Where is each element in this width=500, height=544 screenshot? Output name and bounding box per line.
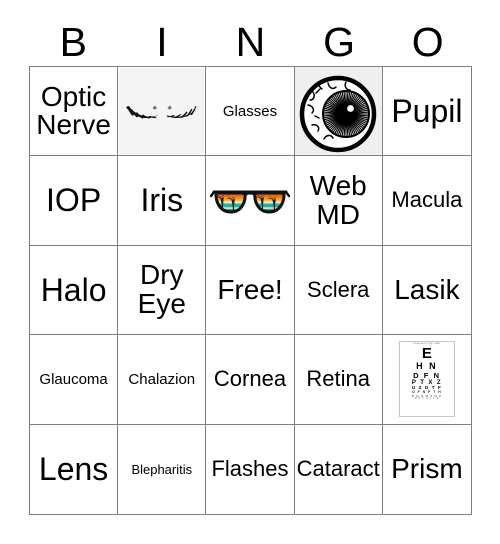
eyeball-icon xyxy=(296,68,381,154)
bingo-cell-eye-chart[interactable]: VISUAL ACUITY TEST CHART E H ND F NP T X Z… xyxy=(382,335,471,425)
bingo-cell-dry-eye[interactable]: Dry Eye xyxy=(118,245,207,336)
eye-chart-row-3: D F N xyxy=(413,370,441,380)
bingo-cell-prism[interactable]: Prism xyxy=(382,424,471,514)
bingo-cell-label: Lens xyxy=(38,450,109,487)
bingo-cell-lasik[interactable]: Lasik xyxy=(382,245,471,336)
bingo-header-row: BINGO xyxy=(29,18,472,66)
bingo-cell-sclera[interactable]: Sclera xyxy=(294,245,383,336)
bingo-cell-label: Macula xyxy=(391,187,463,213)
bingo-header-letter-b: B xyxy=(59,18,87,65)
bingo-cell-label: Glasses xyxy=(222,102,278,120)
bingo-cell-label: Chalazion xyxy=(128,370,196,388)
eyelashes-icon xyxy=(119,68,205,155)
bingo-cell-web-md[interactable]: Web MD xyxy=(294,156,383,246)
bingo-cell-iop[interactable]: IOP xyxy=(30,156,119,246)
bingo-cell-label: Web MD xyxy=(309,170,367,230)
bingo-cell-eyelashes[interactable] xyxy=(118,67,207,157)
bingo-header-letter-n: N xyxy=(235,18,266,65)
bingo-card: B I N G O Optic Nerve Glasses Pupil IOP Iris… xyxy=(0,0,500,544)
bingo-grid: Optic Nerve Glasses Pupil IOP Iris Web M… xyxy=(29,66,472,515)
bingo-cell-free[interactable]: Free! xyxy=(206,245,295,336)
bingo-cell-lens[interactable]: Lens xyxy=(30,424,119,514)
bingo-cell-label: Glaucoma xyxy=(39,370,108,388)
eye-chart-icon: VISUAL ACUITY TEST CHART E H ND F NP T X Z… xyxy=(384,336,470,422)
bingo-cell-label: Halo xyxy=(40,271,107,308)
bingo-cell-optic-nerve[interactable]: Optic Nerve xyxy=(30,67,119,157)
bingo-cell-label: Retina xyxy=(306,366,370,392)
bingo-cell-label: Iris xyxy=(140,182,184,219)
bingo-cell-label: Sclera xyxy=(307,276,370,302)
bingo-cell-cataract[interactable]: Cataract xyxy=(294,424,383,514)
bingo-cell-halo[interactable]: Halo xyxy=(30,245,119,336)
bingo-cell-glaucoma[interactable]: Glaucoma xyxy=(30,335,119,425)
bingo-cell-label: Pupil xyxy=(391,92,463,129)
bingo-cell-eyeball[interactable] xyxy=(294,67,383,157)
eye-chart-row-8: N D F U Z T E xyxy=(414,396,440,400)
bingo-cell-macula[interactable]: Macula xyxy=(382,156,471,246)
bingo-cell-flashes[interactable]: Flashes xyxy=(206,424,295,514)
bingo-cell-label: Flashes xyxy=(211,456,289,482)
bingo-header-letter-i: I xyxy=(156,18,168,65)
bingo-cell-iris[interactable]: Iris xyxy=(118,156,207,246)
bingo-cell-glasses[interactable]: Glasses xyxy=(206,67,295,157)
bingo-cell-label: Lasik xyxy=(394,273,460,305)
bingo-cell-sunglasses[interactable] xyxy=(206,156,295,246)
bingo-cell-label: Cataract xyxy=(296,456,380,482)
bingo-cell-cornea[interactable]: Cornea xyxy=(206,335,295,425)
bingo-cell-label: Dry Eye xyxy=(137,259,186,319)
bingo-cell-label: Prism xyxy=(391,453,463,485)
eye-chart-row-1: E xyxy=(421,345,432,363)
snellen-chart: VISUAL ACUITY TEST CHART E H ND F NP T X Z… xyxy=(398,341,455,418)
bingo-cell-label: IOP xyxy=(46,182,102,219)
bingo-cell-label: Cornea xyxy=(213,366,287,392)
bingo-header-letter-g: G xyxy=(323,18,356,65)
bingo-cell-label: Optic Nerve xyxy=(36,80,111,141)
bingo-cell-label: Free! xyxy=(217,273,283,305)
sunglasses-icon xyxy=(207,157,292,243)
bingo-cell-blepharitis[interactable]: Blepharitis xyxy=(118,424,207,514)
bingo-cell-pupil[interactable]: Pupil xyxy=(382,67,471,157)
bingo-cell-retina[interactable]: Retina xyxy=(294,335,383,425)
bingo-cell-label: Blepharitis xyxy=(131,461,193,477)
bingo-cell-chalazion[interactable]: Chalazion xyxy=(118,335,207,425)
bingo-header-letter-o: O xyxy=(411,18,444,65)
